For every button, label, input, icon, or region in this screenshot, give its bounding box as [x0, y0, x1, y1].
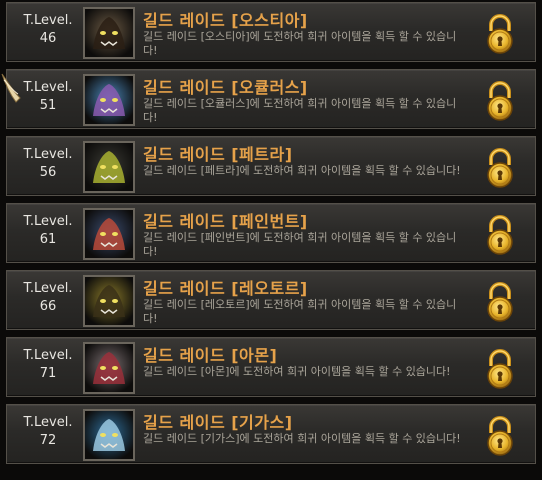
- raid-description: 길드 레이드 [오큘러스]에 도전하여 희귀 아이템을 획득 할 수 있습니다!: [143, 97, 457, 124]
- raid-title: 길드 레이드 [오스티아]: [143, 11, 308, 30]
- raid-row[interactable]: T.Level. 51 길드 레이드 [오큘러스] 길드 레이드 [오큘러스]에…: [6, 69, 536, 129]
- level-label: T.Level.: [23, 348, 73, 363]
- boss-portrait: [83, 409, 135, 461]
- lock-icon[interactable]: [480, 147, 520, 189]
- level-block: T.Level. 66: [15, 281, 81, 315]
- level-label: T.Level.: [23, 80, 73, 95]
- level-value: 51: [39, 98, 57, 113]
- raid-title: 길드 레이드 [아몬]: [143, 346, 278, 365]
- boss-portrait-art: [85, 143, 133, 191]
- raid-description: 길드 레이드 [페트라]에 도전하여 희귀 아이템을 획득 할 수 있습니다!: [143, 164, 461, 177]
- raid-row[interactable]: T.Level. 66 길드 레이드 [레오토르] 길드 레이드 [레오토르]에…: [6, 270, 536, 330]
- raid-row[interactable]: T.Level. 61 길드 레이드 [페인번트] 길드 레이드 [페인번트]에…: [6, 203, 536, 263]
- raid-description: 길드 레이드 [페인번트]에 도전하여 희귀 아이템을 획득 할 수 있습니다!: [143, 231, 457, 258]
- boss-portrait-art: [85, 344, 133, 392]
- raid-title: 길드 레이드 [기가스]: [143, 413, 293, 432]
- level-value: 71: [39, 366, 57, 381]
- raid-title: 길드 레이드 [페인번트]: [143, 212, 308, 231]
- boss-portrait-art: [85, 277, 133, 325]
- level-block: T.Level. 46: [15, 13, 81, 47]
- raid-row[interactable]: T.Level. 56 길드 레이드 [페트라] 길드 레이드 [페트라]에 도…: [6, 136, 536, 196]
- raid-description: 길드 레이드 [기가스]에 도전하여 희귀 아이템을 획득 할 수 있습니다!: [143, 432, 461, 445]
- level-value: 66: [39, 299, 57, 314]
- lock-icon[interactable]: [480, 348, 520, 390]
- level-label: T.Level.: [23, 281, 73, 296]
- level-block: T.Level. 72: [15, 415, 81, 449]
- raid-title: 길드 레이드 [오큘러스]: [143, 78, 308, 97]
- lock-icon[interactable]: [480, 80, 520, 122]
- boss-portrait-art: [85, 411, 133, 459]
- boss-portrait-art: [85, 210, 133, 258]
- boss-portrait: [83, 208, 135, 260]
- raid-row[interactable]: T.Level. 46 길드 레이드 [오스티아] 길드 레이드 [오스티아]에…: [6, 2, 536, 62]
- level-value: 46: [39, 31, 57, 46]
- level-block: T.Level. 51: [15, 80, 81, 114]
- boss-portrait: [83, 141, 135, 193]
- level-label: T.Level.: [23, 13, 73, 28]
- level-value: 56: [39, 165, 57, 180]
- boss-portrait-art: [85, 76, 133, 124]
- raid-description: 길드 레이드 [아몬]에 도전하여 희귀 아이템을 획득 할 수 있습니다!: [143, 365, 451, 378]
- level-value: 72: [39, 433, 57, 448]
- raid-title: 길드 레이드 [페트라]: [143, 145, 293, 164]
- raid-row[interactable]: T.Level. 72 길드 레이드 [기가스] 길드 레이드 [기가스]에 도…: [6, 404, 536, 464]
- level-label: T.Level.: [23, 415, 73, 430]
- raid-row[interactable]: T.Level. 71 길드 레이드 [아몬] 길드 레이드 [아몬]에 도전하…: [6, 337, 536, 397]
- boss-portrait-art: [85, 9, 133, 57]
- lock-icon[interactable]: [480, 415, 520, 457]
- raid-title: 길드 레이드 [레오토르]: [143, 279, 308, 298]
- level-value: 61: [39, 232, 57, 247]
- level-label: T.Level.: [23, 214, 73, 229]
- level-block: T.Level. 71: [15, 348, 81, 382]
- level-block: T.Level. 61: [15, 214, 81, 248]
- boss-portrait: [83, 7, 135, 59]
- boss-portrait: [83, 275, 135, 327]
- boss-portrait: [83, 74, 135, 126]
- lock-icon[interactable]: [480, 281, 520, 323]
- raid-description: 길드 레이드 [오스티아]에 도전하여 희귀 아이템을 획득 할 수 있습니다!: [143, 30, 457, 57]
- raid-description: 길드 레이드 [레오토르]에 도전하여 희귀 아이템을 획득 할 수 있습니다!: [143, 298, 457, 325]
- level-label: T.Level.: [23, 147, 73, 162]
- lock-icon[interactable]: [480, 13, 520, 55]
- hand-cursor-icon: [1, 73, 21, 103]
- lock-icon[interactable]: [480, 214, 520, 256]
- level-block: T.Level. 56: [15, 147, 81, 181]
- boss-portrait: [83, 342, 135, 394]
